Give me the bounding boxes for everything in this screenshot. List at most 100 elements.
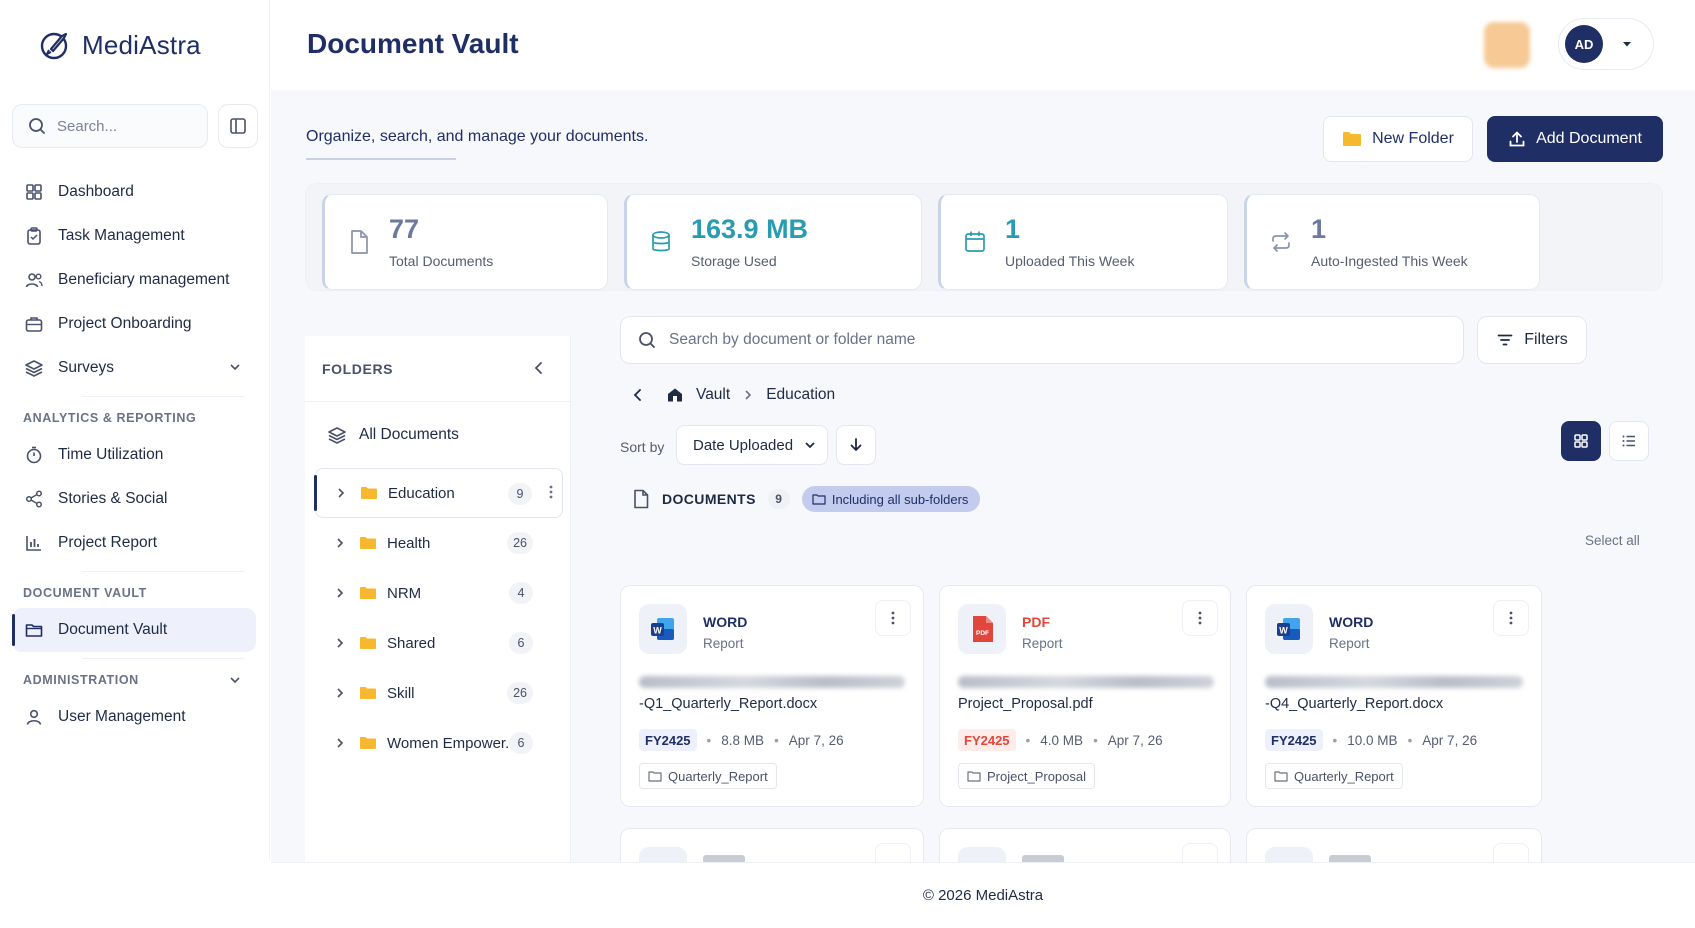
fiscal-year-badge: FY2425 — [958, 729, 1016, 751]
sidebar-item-label: Project Report — [58, 534, 158, 551]
select-all-link[interactable]: Select all — [1585, 533, 1640, 548]
chevron-left-icon[interactable] — [530, 359, 548, 377]
organization-avatar[interactable] — [1484, 22, 1530, 68]
subtitle-underline — [306, 158, 456, 160]
sidebar-item-project-onboarding[interactable]: Project Onboarding — [12, 302, 256, 346]
stat-card-total-documents: 77 Total Documents — [322, 194, 608, 290]
more-vertical-icon — [891, 611, 895, 625]
breadcrumb-root[interactable]: Vault — [696, 386, 730, 404]
caret-down-icon — [1623, 42, 1631, 47]
sidebar-item-dashboard[interactable]: Dashboard — [12, 170, 256, 214]
document-card[interactable]: W WORD Report -Q4_Quarterly_Report.docx … — [1246, 585, 1542, 807]
nav-section-label: ADMINISTRATION — [23, 673, 139, 687]
chevron-down-icon — [230, 677, 240, 684]
new-folder-button[interactable]: New Folder — [1323, 116, 1473, 162]
file-category: Report — [703, 636, 744, 651]
list-view-button[interactable] — [1609, 421, 1649, 461]
file-size: 4.0 MB — [1040, 732, 1084, 748]
fiscal-year-badge: FY2425 — [639, 729, 697, 751]
card-menu-button[interactable] — [1182, 600, 1218, 636]
word-logo-icon: W — [651, 618, 674, 640]
sidebar-item-stories-social[interactable]: Stories & Social — [12, 477, 256, 521]
folder-tag[interactable]: Quarterly_Report — [1265, 763, 1403, 789]
sidebar-item-document-vault[interactable]: Document Vault — [12, 608, 256, 652]
chevron-right-icon[interactable] — [333, 586, 347, 600]
folder-row-education[interactable]: Education 9 — [314, 468, 563, 518]
more-vertical-icon[interactable] — [548, 483, 554, 501]
pdf-logo-icon: PDF — [973, 616, 993, 642]
folder-icon — [25, 624, 43, 637]
sidebar-item-project-report[interactable]: Project Report — [12, 521, 256, 565]
back-arrow-icon[interactable] — [630, 387, 646, 403]
grid-icon — [26, 184, 42, 200]
sidebar-primary-nav: Dashboard Task Management Beneficiary ma… — [12, 170, 256, 739]
folder-row-nrm[interactable]: NRM 4 — [315, 568, 563, 618]
file-type-label: PDF — [1022, 614, 1050, 630]
subfolder-filter-pill[interactable]: Including all sub-folders — [801, 486, 981, 512]
nav-section-administration[interactable]: ADMINISTRATION — [12, 665, 256, 695]
sidebar-search-input[interactable] — [57, 117, 197, 135]
folder-tag-label: Quarterly_Report — [1294, 768, 1394, 784]
folder-row-skill[interactable]: Skill 26 — [315, 668, 563, 718]
file-name: Project_Proposal.pdf — [958, 696, 1093, 712]
documents-header: DOCUMENTS 9 Including all sub-folders — [632, 486, 981, 512]
calendar-icon — [965, 231, 985, 252]
folder-row-shared[interactable]: Shared 6 — [315, 618, 563, 668]
more-vertical-icon — [1198, 611, 1202, 625]
document-icon — [351, 230, 368, 254]
folder-row-health[interactable]: Health 26 — [315, 518, 563, 568]
stat-value: 163.9 MB — [691, 213, 809, 244]
file-type-label: WORD — [1329, 614, 1374, 630]
meta-separator: • — [1025, 732, 1031, 748]
brand-name: MediAstra — [82, 29, 201, 60]
clipboard-icon — [27, 227, 41, 245]
grid-view-button[interactable] — [1561, 421, 1601, 461]
file-size: 10.0 MB — [1347, 732, 1398, 748]
chevron-right-icon[interactable] — [333, 736, 347, 750]
document-card[interactable]: PDF PDF Report Project_Proposal.pdf FY24… — [939, 585, 1231, 807]
meta-separator: • — [1407, 732, 1413, 748]
stats-panel: 77 Total Documents 163.9 MB Storage Used… — [305, 183, 1663, 291]
vault-home-icon — [668, 388, 682, 402]
sidebar-item-surveys[interactable]: Surveys — [12, 346, 256, 390]
folder-tag[interactable]: Project_Proposal — [958, 763, 1095, 789]
add-document-button[interactable]: Add Document — [1487, 116, 1663, 162]
document-search[interactable] — [620, 316, 1464, 364]
briefcase-icon — [25, 317, 43, 332]
folder-name: Shared — [387, 634, 436, 652]
stat-card-storage-used: 163.9 MB Storage Used — [624, 194, 922, 290]
sidebar-item-label: Surveys — [58, 359, 114, 376]
chevron-right-icon[interactable] — [334, 486, 348, 500]
card-menu-button[interactable] — [875, 600, 911, 636]
brand-logo[interactable]: MediAstra — [38, 28, 201, 62]
folder-row-women-empowerment[interactable]: Women Empower... 6 — [315, 718, 563, 768]
breadcrumb-current: Education — [766, 386, 836, 403]
filters-button[interactable]: Filters — [1477, 316, 1587, 364]
word-file-icon: W — [639, 604, 687, 654]
redacted-filename — [639, 676, 905, 688]
chevron-right-icon[interactable] — [333, 686, 347, 700]
folder-tag[interactable]: Quarterly_Report — [639, 763, 777, 789]
sidebar-toggle-button[interactable] — [218, 104, 258, 148]
card-menu-button[interactable] — [1493, 600, 1529, 636]
sidebar-item-user-management[interactable]: User Management — [12, 695, 256, 739]
document-search-input[interactable] — [669, 331, 1429, 349]
stat-label: Storage Used — [691, 252, 777, 269]
folder-outline-icon — [812, 494, 826, 505]
sort-direction-button[interactable] — [836, 425, 876, 465]
chevron-right-icon[interactable] — [333, 536, 347, 550]
user-menu-button[interactable]: AD — [1558, 18, 1654, 70]
document-card[interactable]: W WORD Report -Q1_Quarterly_Report.docx … — [620, 585, 924, 807]
chevron-right-icon[interactable] — [333, 636, 347, 650]
folder-icon — [1343, 132, 1362, 146]
sort-select[interactable]: Date Uploaded — [676, 425, 828, 465]
sidebar-item-beneficiary-management[interactable]: Beneficiary management — [12, 258, 256, 302]
nav-section-document-vault: DOCUMENT VAULT — [23, 586, 147, 600]
sidebar-item-task-management[interactable]: Task Management — [12, 214, 256, 258]
sidebar-item-time-utilization[interactable]: Time Utilization — [12, 433, 256, 477]
sidebar-search[interactable] — [12, 104, 208, 148]
folder-all-documents[interactable]: All Documents — [305, 402, 570, 468]
sidebar-item-label: Time Utilization — [58, 446, 164, 463]
page-title: Document Vault — [307, 28, 519, 59]
stat-card-uploaded-this-week: 1 Uploaded This Week — [938, 194, 1228, 290]
